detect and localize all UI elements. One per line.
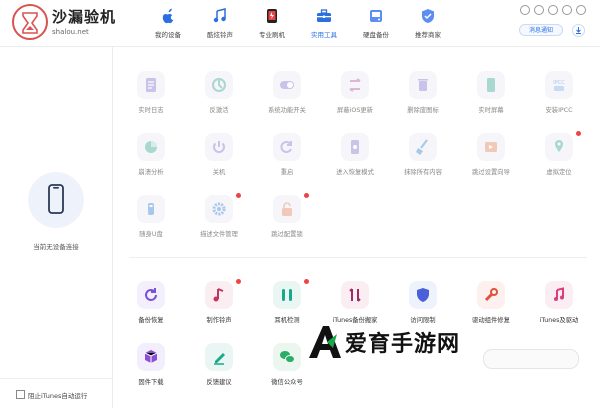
unlock-icon: [273, 195, 301, 223]
transfer-icon: [341, 281, 369, 309]
toggle-icon: [273, 71, 301, 99]
device-sidebar: 当前无设备连接 阻止iTunes自动运行: [0, 47, 113, 408]
tool-label: 随身U盘: [139, 231, 163, 238]
tool-label: 崩溃分析: [138, 169, 164, 176]
ipcc-icon: IPCC: [545, 71, 573, 99]
usb-icon: [137, 195, 165, 223]
brand-url: shalou.net: [52, 28, 89, 36]
nav-label: 硬盘备份: [363, 31, 389, 39]
download-icon[interactable]: [572, 24, 585, 37]
new-badge: [576, 131, 581, 136]
nav-label: 推荐商家: [415, 31, 441, 39]
menu-icon[interactable]: [548, 5, 558, 15]
nav-label: 酷炫铃声: [207, 31, 233, 39]
user-icon[interactable]: [520, 5, 530, 15]
toolbox-icon: [317, 9, 331, 22]
earphones-icon: [273, 281, 301, 309]
nav-label: 实用工具: [311, 31, 337, 39]
restart-icon: [273, 133, 301, 161]
top-bar: 沙漏验机 shalou.net 我的设备 酷炫铃声 专业刷机 实用工具 硬盘备份…: [0, 0, 600, 47]
tool-label: 反馈建议: [206, 379, 232, 386]
wechat-icon: [273, 343, 301, 371]
block-update-icon: [341, 71, 369, 99]
broom-icon: [409, 133, 437, 161]
wrench-icon: [477, 281, 505, 309]
tool-label: 进入恢复模式: [336, 169, 374, 176]
power-icon: [205, 133, 233, 161]
tool-label: 实时屏幕: [478, 107, 504, 114]
skin-icon[interactable]: [534, 5, 544, 15]
phone-placeholder-icon: [28, 172, 84, 228]
nav-flash[interactable]: 专业刷机: [246, 0, 298, 46]
hourglass-logo-icon: [12, 4, 48, 40]
ringtone-icon: [205, 281, 233, 309]
music-note-icon: [213, 8, 226, 23]
itunes-autorun-label: 阻止iTunes自动运行: [28, 392, 88, 400]
tool-label: 系统功能开关: [268, 107, 306, 114]
tool-label: 跳过设置向导: [472, 169, 510, 176]
cube-icon: [137, 343, 165, 371]
sidebar-divider: [0, 378, 112, 379]
tool-label: 删除废图标: [407, 107, 439, 114]
screen-icon: [477, 71, 505, 99]
floating-search-pill[interactable]: [483, 349, 579, 369]
messages-button[interactable]: 消息通知: [519, 24, 563, 36]
nav-label: 专业刷机: [259, 31, 285, 39]
pie-icon: [137, 133, 165, 161]
gear-icon: [205, 195, 233, 223]
brand-title: 沙漏验机: [52, 8, 117, 26]
tool-label: 制作铃声: [206, 317, 232, 324]
nav-label: 我的设备: [155, 31, 181, 39]
tool-label: 抹除所有内容: [404, 169, 442, 176]
tool-label: 反激活: [209, 107, 229, 114]
no-device-text: 当前无设备连接: [33, 243, 79, 251]
tool-label: 备份恢复: [138, 317, 164, 324]
pen-icon: [205, 343, 233, 371]
new-badge: [236, 193, 241, 198]
tool-label: 关机: [212, 169, 226, 176]
nav-disk-backup[interactable]: 硬盘备份: [350, 0, 402, 46]
nav-utilities[interactable]: 实用工具: [298, 0, 350, 46]
nav-ringtones[interactable]: 酷炫铃声: [194, 0, 246, 46]
tool-label: 重启: [280, 169, 294, 176]
new-badge: [304, 279, 309, 284]
minimize-icon[interactable]: [562, 5, 572, 15]
tool-label: 屏蔽iOS更新: [337, 107, 373, 114]
watermark-text: 爱育手游网: [345, 332, 461, 357]
tool-label: 固件下载: [138, 379, 164, 386]
trash-icon: [409, 71, 437, 99]
deactivate-icon: [205, 71, 233, 99]
tool-label: 实时日志: [138, 107, 164, 114]
close-icon[interactable]: [576, 5, 586, 15]
tool-label: iTunes及驱动: [539, 317, 579, 324]
shield-icon: [409, 281, 437, 309]
backup-restore-icon: [137, 281, 165, 309]
location-icon: [545, 133, 573, 161]
new-badge: [236, 279, 241, 284]
phone-flash-icon: [267, 9, 277, 23]
tool-label: 跳过配置锁: [271, 231, 303, 238]
nav-my-device[interactable]: 我的设备: [142, 0, 194, 46]
disk-backup-icon: [370, 10, 382, 22]
tool-label: 微信公众号: [271, 379, 303, 386]
section-divider: [129, 257, 587, 258]
skip-icon: [477, 133, 505, 161]
log-icon: [137, 71, 165, 99]
apple-icon: [162, 8, 174, 24]
new-badge: [304, 193, 309, 198]
shield-check-icon: [422, 9, 434, 23]
tool-label: 描述文件管理: [200, 231, 238, 238]
watermark-logo-icon: [309, 326, 341, 358]
tool-label: 安装IPCC: [545, 107, 573, 114]
svg-text:IPCC: IPCC: [553, 80, 565, 86]
watermark: 爱育手游网: [305, 320, 485, 364]
nav-merchants[interactable]: 推荐商家: [402, 0, 454, 46]
itunes-icon: [545, 281, 573, 309]
itunes-autorun-checkbox[interactable]: [16, 390, 25, 399]
tool-label: 虚拟定位: [546, 169, 572, 176]
recovery-icon: [341, 133, 369, 161]
